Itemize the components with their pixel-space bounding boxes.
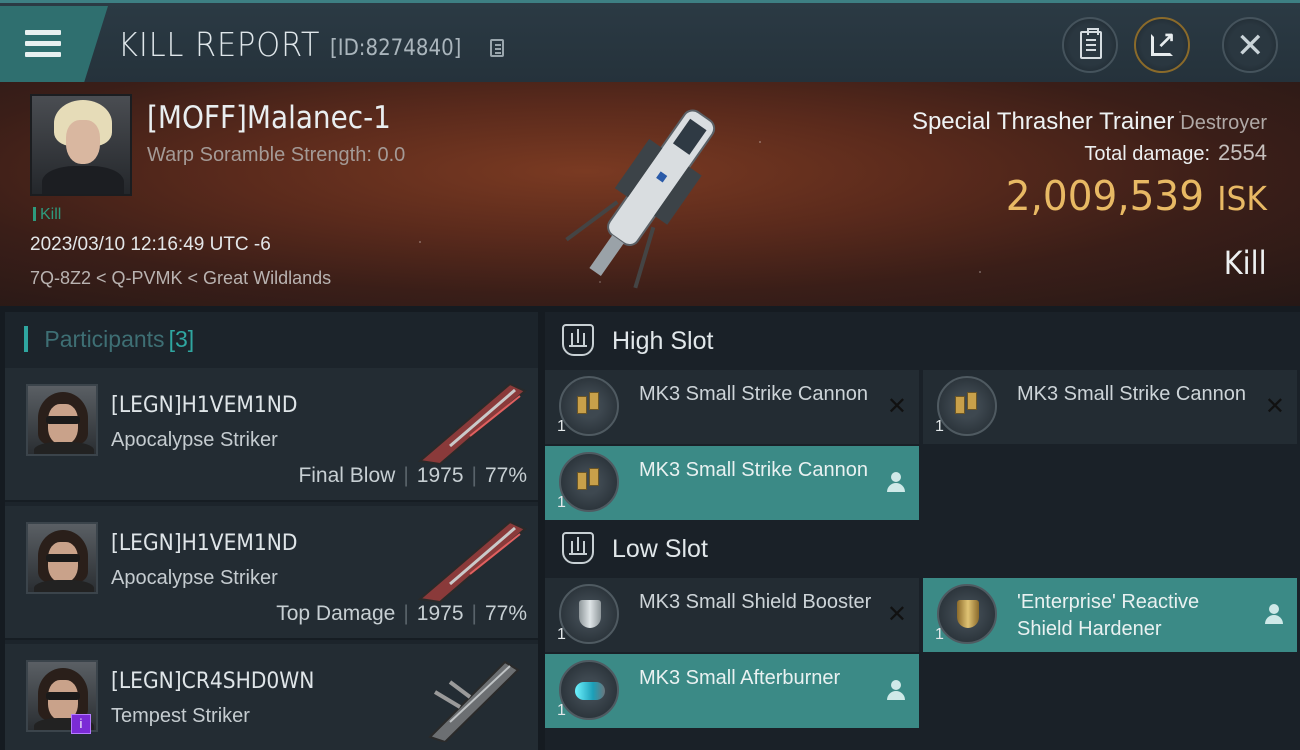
module-quantity: 1: [935, 626, 944, 643]
low-slot-header: Low Slot: [545, 520, 1300, 578]
participant-stats: Final Blow | 1975 | 77%: [298, 464, 527, 487]
participant-avatar[interactable]: [26, 384, 98, 456]
ship-class: Destroyer: [1180, 112, 1267, 134]
report-id: [ID:8274840]: [330, 36, 462, 61]
participant-ship-image: [428, 660, 520, 742]
module-name: MK3 Small Shield Booster: [639, 591, 872, 613]
module-name: MK3 Small Strike Cannon: [1017, 383, 1246, 405]
afterburner-icon: [559, 660, 619, 720]
victim-banner: [MOFF]Malanec-1 Warp Soramble Strength: …: [0, 82, 1300, 306]
kill-location: 7Q-8Z2 < Q-PVMK < Great Wildlands: [30, 268, 332, 288]
share-button[interactable]: [1134, 17, 1190, 73]
module-name: MK3 Small Strike Cannon: [639, 459, 868, 481]
shield-booster-icon: [559, 584, 619, 644]
info-badge: i: [71, 714, 91, 734]
total-damage: Total damage: 2554: [1084, 140, 1267, 166]
isk-amount: 2,009,539: [1005, 172, 1204, 220]
module-quantity: 1: [935, 418, 944, 435]
module-name: MK3 Small Afterburner: [639, 667, 841, 689]
participant-ship-image: [417, 520, 527, 604]
participants-label: Participants: [44, 326, 165, 352]
participant-ship: Apocalypse Striker: [111, 429, 278, 451]
cannon-icon: [937, 376, 997, 436]
menu-icon: [25, 30, 61, 58]
kill-tag: Kill: [33, 206, 61, 224]
participant-stats: Top Damage | 1975 | 77%: [276, 602, 527, 625]
destroyed-x-icon: ✕: [886, 601, 907, 628]
clipboard-button[interactable]: [1062, 17, 1118, 73]
person-icon: [887, 680, 905, 700]
victim-ship-image[interactable]: [548, 88, 748, 298]
shield-hardener-icon: [937, 584, 997, 644]
participant-damage: 1975: [416, 602, 464, 625]
total-damage-value: 2554: [1218, 140, 1267, 165]
module-item[interactable]: 1 MK3 Small Strike Cannon ✕: [545, 370, 919, 444]
participant-percent: 77%: [484, 464, 527, 487]
warp-scramble-strength: Warp Soramble Strength: 0.0: [147, 144, 406, 166]
kill-result: Kill: [1224, 244, 1267, 282]
top-bar: KILL REPORT [ID:8274840] ✕: [0, 0, 1300, 82]
isk-value: 2,009,539 ISK: [1006, 172, 1267, 220]
fitting-panel: High Slot 1 MK3 Small Strike Cannon ✕ 1 …: [545, 312, 1300, 750]
participant-percent: 77%: [484, 602, 527, 625]
high-slot-icon: [562, 324, 594, 356]
isk-unit: ISK: [1217, 179, 1267, 218]
high-slot-header: High Slot: [545, 312, 1300, 370]
total-damage-label: Total damage:: [1084, 143, 1211, 165]
cannon-icon: [559, 452, 619, 512]
low-slot-label: Low Slot: [612, 535, 708, 563]
module-name: MK3 Small Strike Cannon: [639, 383, 868, 405]
close-icon: ✕: [1236, 26, 1265, 66]
participant-name: [LEGN]CR4SHD0WN: [111, 669, 315, 694]
module-name: 'Enterprise' Reactive Shield Hardener: [1017, 591, 1200, 640]
module-quantity: 1: [557, 702, 566, 719]
menu-button[interactable]: [0, 6, 108, 82]
destroyed-x-icon: ✕: [886, 393, 907, 420]
participant-name: [LEGN]H1VEM1ND: [111, 531, 298, 556]
kill-datetime: 2023/03/10 12:16:49 UTC -6: [30, 234, 271, 255]
module-quantity: 1: [557, 494, 566, 511]
person-icon: [887, 472, 905, 492]
participant-row[interactable]: i [LEGN]CR4SHD0WN Tempest Striker: [5, 644, 538, 750]
ship-name: Special Thrasher Trainer: [911, 108, 1175, 135]
destroyed-x-icon: ✕: [1264, 393, 1285, 420]
participants-header: Participants [3]: [24, 326, 194, 353]
participant-ship: Apocalypse Striker: [111, 567, 278, 589]
cannon-icon: [559, 376, 619, 436]
participants-count: [3]: [168, 326, 195, 352]
participant-row[interactable]: [LEGN]H1VEM1ND Apocalypse Striker Top Da…: [5, 506, 538, 640]
high-slot-label: High Slot: [612, 327, 714, 355]
participant-role: Top Damage: [276, 602, 396, 625]
participant-name: [LEGN]H1VEM1ND: [111, 393, 298, 418]
victim-name[interactable]: [MOFF]Malanec-1: [147, 100, 391, 136]
participant-role: Final Blow: [298, 464, 396, 487]
participant-ship: Tempest Striker: [111, 705, 250, 727]
module-item[interactable]: 1 MK3 Small Afterburner: [545, 654, 919, 728]
participant-avatar[interactable]: [26, 522, 98, 594]
participants-panel: Participants [3] [LEGN]H1VEM1ND Apocalyps…: [5, 312, 538, 750]
copy-icon[interactable]: [490, 39, 504, 57]
page-title: KILL REPORT: [118, 25, 321, 64]
module-item[interactable]: 1 MK3 Small Strike Cannon ✕: [923, 370, 1297, 444]
victim-avatar[interactable]: [30, 94, 132, 196]
victim-ship-type: Special Thrasher Trainer Destroyer: [912, 108, 1267, 136]
participant-ship-image: [417, 382, 527, 466]
module-item[interactable]: 1 'Enterprise' Reactive Shield Hardener: [923, 578, 1297, 652]
module-item[interactable]: 1 MK3 Small Strike Cannon: [545, 446, 919, 520]
module-item[interactable]: 1 MK3 Small Shield Booster ✕: [545, 578, 919, 652]
participant-row[interactable]: [LEGN]H1VEM1ND Apocalypse Striker Final …: [5, 368, 538, 502]
close-button[interactable]: ✕: [1222, 17, 1278, 73]
module-quantity: 1: [557, 418, 566, 435]
clipboard-icon: [1080, 28, 1102, 59]
person-icon: [1265, 604, 1283, 624]
module-quantity: 1: [557, 626, 566, 643]
low-slot-icon: [562, 532, 594, 564]
participant-damage: 1975: [416, 464, 464, 487]
share-icon: [1151, 27, 1175, 56]
